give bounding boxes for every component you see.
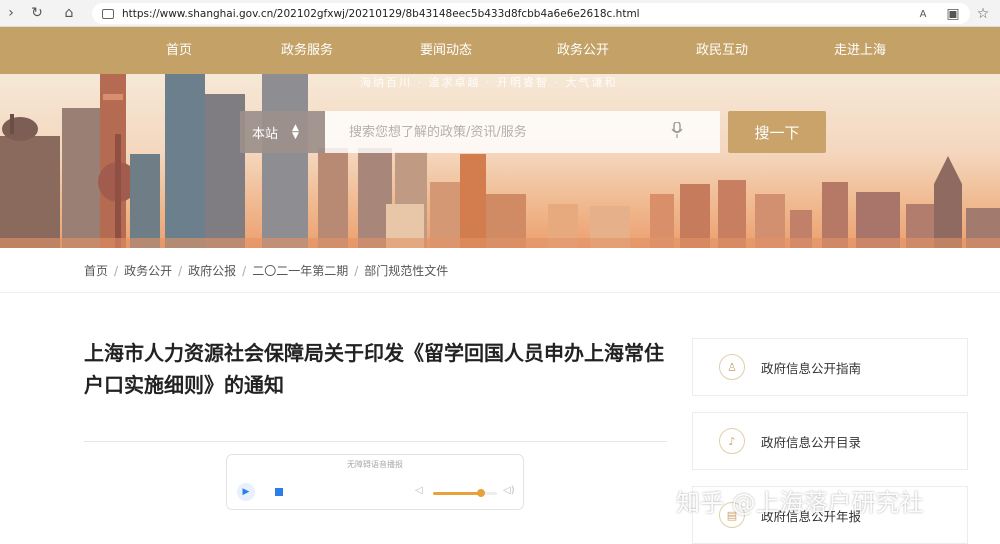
banner-slogan: 海纳百川 · 追求卓越 · 开明睿智 · 大气谦和 (360, 76, 618, 89)
search-scope-select[interactable]: 本站 ▲ ▼ (240, 111, 325, 153)
reader-view-icon[interactable]: ▣ (942, 3, 964, 25)
divider (84, 441, 667, 442)
side-link-guide[interactable]: ♙ 政府信息公开指南 (692, 338, 968, 396)
home-icon[interactable]: ⌂ (58, 2, 80, 24)
browser-actions: A ▣ ☆ (912, 3, 994, 25)
volume-slider-knob[interactable] (477, 489, 485, 497)
watermark: 知乎 @上海落户研究社 (676, 489, 924, 517)
breadcrumb-gazette[interactable]: 政府公报 (188, 262, 236, 279)
person-icon: ♙ (719, 354, 745, 380)
audio-player-label: 无障碍语音播报 (347, 460, 403, 469)
volume-low-icon: ◁ (415, 485, 423, 496)
divider (0, 292, 1000, 293)
nav-item-disclosure[interactable]: 政务公开 (557, 27, 609, 74)
lock-icon (102, 8, 114, 19)
stop-icon[interactable] (275, 488, 283, 496)
search-button[interactable]: 搜一下 (728, 111, 826, 153)
nav-item-interaction[interactable]: 政民互动 (696, 27, 748, 74)
page-title: 上海市人力资源社会保障局关于印发《留学回国人员申办上海常住户口实施细则》的通知 (84, 341, 664, 397)
breadcrumb-home[interactable]: 首页 (84, 262, 108, 279)
play-icon[interactable]: ▶ (237, 483, 255, 501)
nav-item-services[interactable]: 政务服务 (281, 27, 333, 74)
search-input[interactable] (325, 112, 665, 152)
hero-banner: 海纳百川 · 追求卓越 · 开明睿智 · 大气谦和 本站 ▲▼ 搜一下 (0, 74, 1000, 248)
volume-slider[interactable] (433, 489, 497, 497)
breadcrumb-category[interactable]: 部门规范性文件 (364, 262, 448, 279)
side-link-label: 政府信息公开指南 (761, 360, 862, 376)
nav-item-home[interactable]: 首页 (166, 27, 192, 74)
nav-item-news[interactable]: 要闻动态 (420, 27, 472, 74)
side-link-label: 政府信息公开目录 (761, 434, 862, 450)
microphone-icon[interactable] (665, 121, 689, 142)
nav-item-about-shanghai[interactable]: 走进上海 (834, 27, 886, 74)
browser-toolbar: › ↻ ⌂ https://www.shanghai.gov.cn/202102… (0, 0, 1000, 27)
refresh-icon[interactable]: ↻ (26, 2, 48, 24)
volume-high-icon: ◁) (503, 485, 515, 496)
url-text: https://www.shanghai.gov.cn/202102gfxwj/… (122, 7, 640, 20)
breadcrumb-issue[interactable]: 二〇二一年第二期 (252, 262, 348, 279)
read-aloud-icon[interactable]: A (912, 3, 934, 25)
search-scope-label: 本站 (252, 126, 279, 142)
favorite-icon[interactable]: ☆ (972, 3, 994, 25)
breadcrumb-separator: / (354, 263, 359, 278)
breadcrumb-separator: / (242, 263, 247, 278)
main-nav: 首页 政务服务 要闻动态 政务公开 政民互动 走进上海 (0, 27, 1000, 74)
back-icon[interactable]: › (0, 2, 22, 24)
breadcrumb-separator: / (178, 263, 183, 278)
address-bar[interactable]: https://www.shanghai.gov.cn/202102gfxwj/… (92, 3, 970, 24)
volume-slider-fill (433, 492, 481, 495)
microphone-icon: ♪ (719, 428, 745, 454)
breadcrumb-separator: / (114, 263, 119, 278)
breadcrumb-disclosure[interactable]: 政务公开 (124, 262, 172, 279)
breadcrumb: 首页 / 政务公开 / 政府公报 / 二〇二一年第二期 / 部门规范性文件 (84, 262, 448, 279)
skyline-illustration (0, 74, 1000, 248)
sort-arrows-icon: ▲ ▼ (292, 123, 299, 141)
side-link-catalog[interactable]: ♪ 政府信息公开目录 (692, 412, 968, 470)
search-bar: 本站 ▲ ▼ (240, 111, 720, 153)
audio-player: 无障碍语音播报 ▶ ◁ ◁) (226, 454, 524, 510)
